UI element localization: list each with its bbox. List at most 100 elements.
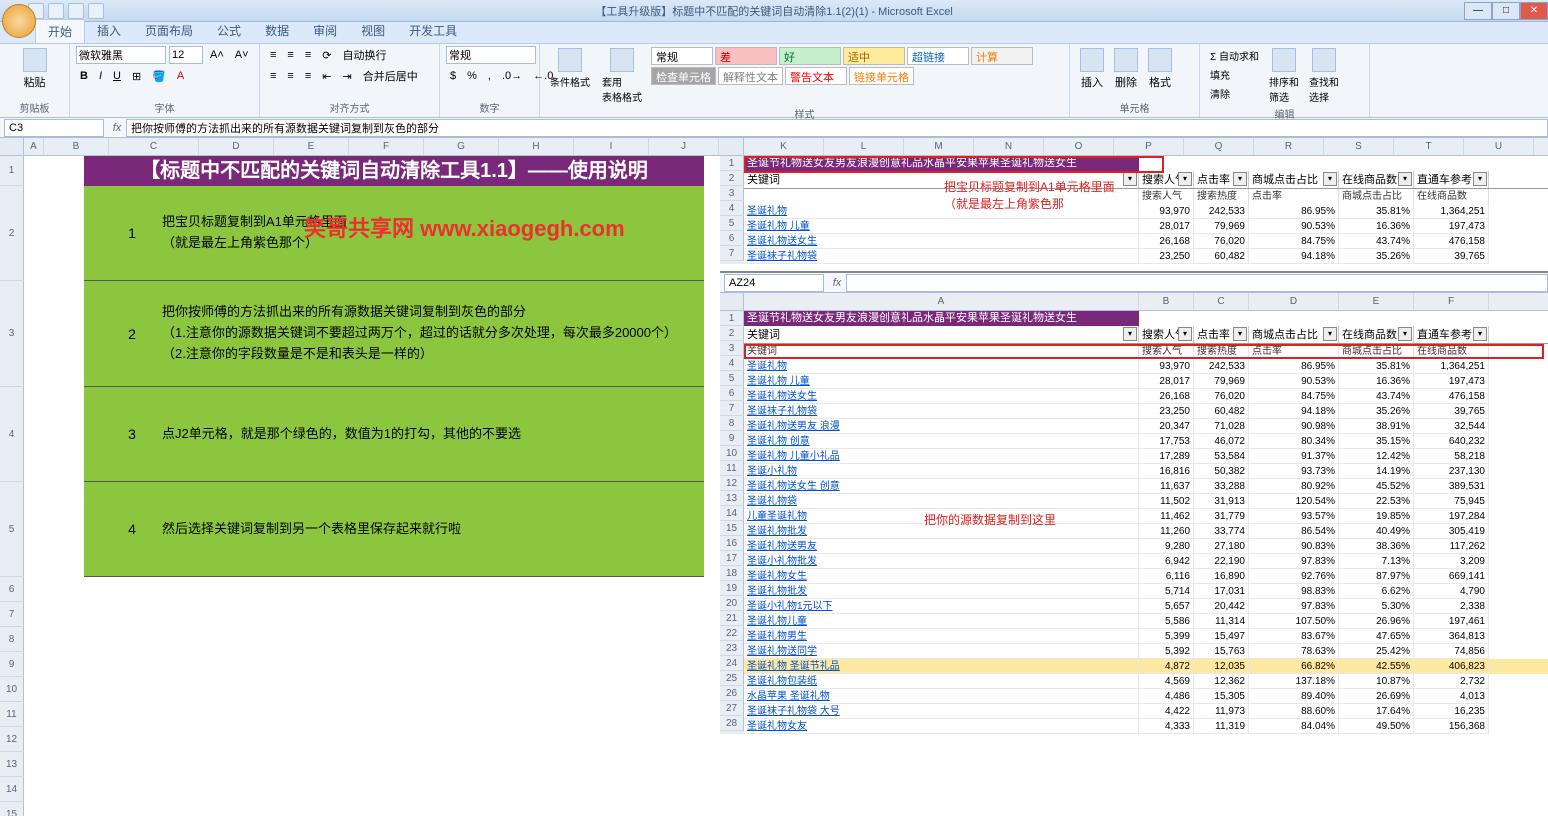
table-row[interactable]: 圣诞袜子礼物袋23,25060,48294.18%35.26%39,765 bbox=[744, 404, 1548, 419]
italic-button[interactable]: I bbox=[95, 67, 106, 85]
row-header-1[interactable]: 1 bbox=[720, 311, 744, 326]
table-row[interactable]: 圣诞礼物女友4,33311,31984.04%49.50%156,368 bbox=[744, 719, 1548, 734]
filter-dropdown-直通车参考[interactable]: ▾ bbox=[1473, 172, 1487, 186]
table-row[interactable]: 圣诞小礼物1元以下5,65720,44297.83%5.30%2,338 bbox=[744, 599, 1548, 614]
filter-dropdown-搜索人气[interactable]: ▾ bbox=[1178, 172, 1192, 186]
table-row[interactable]: 圣诞礼物送男友9,28027,18090.83%38.36%117,262 bbox=[744, 539, 1548, 554]
row-header-15[interactable]: 15 bbox=[720, 521, 744, 536]
row-header-1[interactable]: 1 bbox=[720, 156, 744, 171]
style-警告文本[interactable]: 警告文本 bbox=[785, 67, 847, 85]
col-header-I[interactable]: I bbox=[574, 138, 649, 155]
align-bottom-icon[interactable]: ≡ bbox=[301, 46, 315, 64]
row-header-4[interactable]: 4 bbox=[720, 201, 744, 216]
row-header-27[interactable]: 27 bbox=[720, 701, 744, 716]
row-header-2[interactable]: 2 bbox=[720, 171, 744, 186]
filter-dropdown-点击率[interactable]: ▾ bbox=[1233, 172, 1247, 186]
row-header-6[interactable]: 6 bbox=[0, 577, 24, 602]
col-header-R[interactable]: R bbox=[1254, 138, 1324, 155]
table-row[interactable]: 圣诞小礼物批发6,94222,19097.83%7.13%3,209 bbox=[744, 554, 1548, 569]
style-适中[interactable]: 适中 bbox=[843, 47, 905, 65]
office-button[interactable] bbox=[2, 4, 36, 38]
number-format-combo[interactable] bbox=[446, 46, 536, 64]
filter-dropdown-点击率[interactable]: ▾ bbox=[1233, 327, 1247, 341]
align-left-icon[interactable]: ≡ bbox=[266, 67, 280, 85]
style-检查单元格[interactable]: 检查单元格 bbox=[651, 67, 716, 85]
inc-decimal-icon[interactable]: .0→ bbox=[498, 67, 526, 85]
row-header-22[interactable]: 22 bbox=[720, 626, 744, 641]
wrap-text-button[interactable]: 自动换行 bbox=[338, 46, 390, 64]
col-header-K[interactable]: K bbox=[744, 138, 824, 155]
rt-corner[interactable] bbox=[720, 138, 744, 155]
row-header-2[interactable]: 2 bbox=[720, 326, 744, 341]
style-计算[interactable]: 计算 bbox=[971, 47, 1033, 65]
row-header-3[interactable]: 3 bbox=[720, 341, 744, 356]
row-header-19[interactable]: 19 bbox=[720, 581, 744, 596]
col-header-S[interactable]: S bbox=[1324, 138, 1394, 155]
name-box[interactable] bbox=[4, 119, 104, 137]
cell-styles-gallery[interactable]: 常规差好适中超链接计算检查单元格解释性文本警告文本链接单元格 bbox=[650, 46, 1063, 106]
col-header-Q[interactable]: Q bbox=[1184, 138, 1254, 155]
col-header-E[interactable]: E bbox=[1339, 293, 1414, 310]
table-row[interactable]: 圣诞礼物93,970242,53386.95%35.81%1,364,251 bbox=[744, 204, 1548, 219]
comma-icon[interactable]: , bbox=[484, 67, 495, 85]
formula-input[interactable] bbox=[126, 119, 1548, 137]
row-header-6[interactable]: 6 bbox=[720, 386, 744, 401]
col-header-O[interactable]: O bbox=[1044, 138, 1114, 155]
row-header-6[interactable]: 6 bbox=[720, 231, 744, 246]
filter-dropdown-商城点击占比[interactable]: ▾ bbox=[1323, 327, 1337, 341]
right-fx-icon[interactable]: fx bbox=[828, 277, 846, 289]
filter-dropdown-在线商品数[interactable]: ▾ bbox=[1398, 327, 1412, 341]
filter-dropdown-搜索人气[interactable]: ▾ bbox=[1178, 327, 1192, 341]
table-row[interactable]: 圣诞礼物 圣诞节礼品4,87212,03566.82%42.55%406,823 bbox=[744, 659, 1548, 674]
find-select-button[interactable]: 查找和 选择 bbox=[1305, 46, 1343, 106]
tab-开发工具[interactable]: 开发工具 bbox=[397, 19, 469, 43]
row-header-28[interactable]: 28 bbox=[720, 716, 744, 731]
col-header-B[interactable]: B bbox=[44, 138, 109, 155]
col-header-U[interactable]: U bbox=[1464, 138, 1534, 155]
style-超链接[interactable]: 超链接 bbox=[907, 47, 969, 65]
table-row[interactable]: 圣诞礼物送女生 创意11,63733,28880.92%45.52%389,53… bbox=[744, 479, 1548, 494]
percent-icon[interactable]: % bbox=[463, 67, 481, 85]
table-row[interactable]: 圣诞小礼物16,81650,38293.73%14.19%237,130 bbox=[744, 464, 1548, 479]
font-color-button[interactable]: A bbox=[173, 67, 188, 85]
style-好[interactable]: 好 bbox=[779, 47, 841, 65]
col-header-N[interactable]: N bbox=[974, 138, 1044, 155]
row-header-11[interactable]: 11 bbox=[0, 702, 24, 727]
table-row[interactable]: 圣诞礼物男生5,39915,49783.67%47.65%364,813 bbox=[744, 629, 1548, 644]
tab-审阅[interactable]: 审阅 bbox=[301, 19, 349, 43]
right-name-box[interactable] bbox=[724, 274, 824, 292]
rb-cells[interactable]: 圣诞节礼物送女友男友浪漫创意礼品水晶平安果苹果圣诞礼物送女生 关键词▾搜索人气▾… bbox=[744, 311, 1548, 734]
row-header-13[interactable]: 13 bbox=[0, 752, 24, 777]
row-header-11[interactable]: 11 bbox=[720, 461, 744, 476]
col-header-J[interactable]: J bbox=[649, 138, 719, 155]
redo-icon[interactable] bbox=[68, 3, 84, 19]
clear-button[interactable]: 清除 bbox=[1206, 84, 1263, 102]
col-header-A[interactable]: A bbox=[24, 138, 44, 155]
align-center-icon[interactable]: ≡ bbox=[283, 67, 297, 85]
conditional-format-button[interactable]: 条件格式 bbox=[546, 46, 594, 106]
col-header-C[interactable]: C bbox=[1194, 293, 1249, 310]
border-button[interactable]: ⊞ bbox=[128, 67, 145, 85]
undo-icon[interactable] bbox=[48, 3, 64, 19]
row-header-17[interactable]: 17 bbox=[720, 551, 744, 566]
row-header-20[interactable]: 20 bbox=[720, 596, 744, 611]
close-button[interactable]: ✕ bbox=[1520, 2, 1548, 20]
row-header-16[interactable]: 16 bbox=[720, 536, 744, 551]
font-size-combo[interactable] bbox=[169, 46, 203, 64]
insert-cells-button[interactable]: 插入 bbox=[1076, 46, 1108, 92]
maximize-button[interactable]: □ bbox=[1492, 2, 1520, 20]
table-row[interactable]: 圣诞礼物批发5,71417,03198.83%6.62%4,790 bbox=[744, 584, 1548, 599]
filter-dropdown-在线商品数[interactable]: ▾ bbox=[1398, 172, 1412, 186]
row-header-5[interactable]: 5 bbox=[0, 482, 24, 577]
indent-dec-icon[interactable]: ⇤ bbox=[318, 67, 335, 85]
tab-视图[interactable]: 视图 bbox=[349, 19, 397, 43]
table-row[interactable]: 圣诞礼物 儿童28,01779,96990.53%16.36%197,473 bbox=[744, 219, 1548, 234]
row-header-25[interactable]: 25 bbox=[720, 671, 744, 686]
paste-button[interactable]: 粘贴 bbox=[6, 46, 63, 92]
col-header-E[interactable]: E bbox=[274, 138, 349, 155]
table-row[interactable]: 圣诞礼物儿童5,58611,314107.50%26.96%197,461 bbox=[744, 614, 1548, 629]
col-header-L[interactable]: L bbox=[824, 138, 904, 155]
row-header-3[interactable]: 3 bbox=[0, 281, 24, 387]
col-header-F[interactable]: F bbox=[1414, 293, 1489, 310]
row-header-8[interactable]: 8 bbox=[0, 627, 24, 652]
